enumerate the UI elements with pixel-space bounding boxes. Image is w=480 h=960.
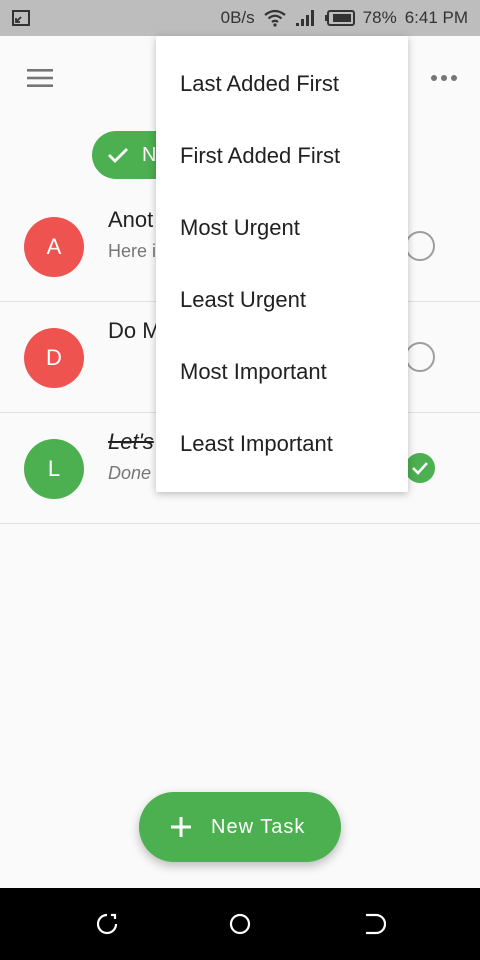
navigation-bar [0,888,480,960]
menu-item-most-urgent[interactable]: Most Urgent [156,192,408,264]
task-subtitle: Done [108,463,152,483]
wifi-icon [263,9,286,27]
task-checkbox[interactable] [405,453,435,483]
net-speed: 0B/s [220,8,255,27]
filter-chip-label: N [142,143,157,166]
menu-item-least-important[interactable]: Least Important [156,408,408,480]
menu-icon[interactable] [24,66,56,90]
signal-icon [295,10,314,26]
home-icon[interactable] [228,912,252,936]
task-checkbox[interactable] [405,342,435,372]
status-bar: 0B/s 78% 6:41 PM [0,0,480,36]
task-title: Anot [108,207,154,232]
sort-menu: Last Added First First Added First Most … [156,36,408,492]
new-task-button[interactable]: New Task [139,792,341,862]
menu-item-first-added-first[interactable]: First Added First [156,120,408,192]
avatar: L [24,439,84,499]
menu-item-least-urgent[interactable]: Least Urgent [156,264,408,336]
check-icon [108,148,128,163]
recent-apps-icon[interactable] [95,912,119,936]
back-icon[interactable] [362,912,386,936]
check-icon [412,462,428,475]
battery-icon [324,10,355,26]
more-options-icon[interactable] [428,70,460,86]
clock: 6:41 PM [404,8,468,27]
task-checkbox[interactable] [405,231,435,261]
task-subtitle: Here i [108,241,157,261]
new-task-label: New Task [211,815,306,838]
plus-icon [171,817,191,837]
menu-item-last-added-first[interactable]: Last Added First [156,48,408,120]
menu-item-most-important[interactable]: Most Important [156,336,408,408]
task-title: Let's [108,429,154,454]
avatar: D [24,328,84,388]
avatar: A [24,217,84,277]
task-title: Do M [108,318,161,343]
battery-percent: 78% [362,8,397,27]
screen-cast-icon [12,10,30,26]
